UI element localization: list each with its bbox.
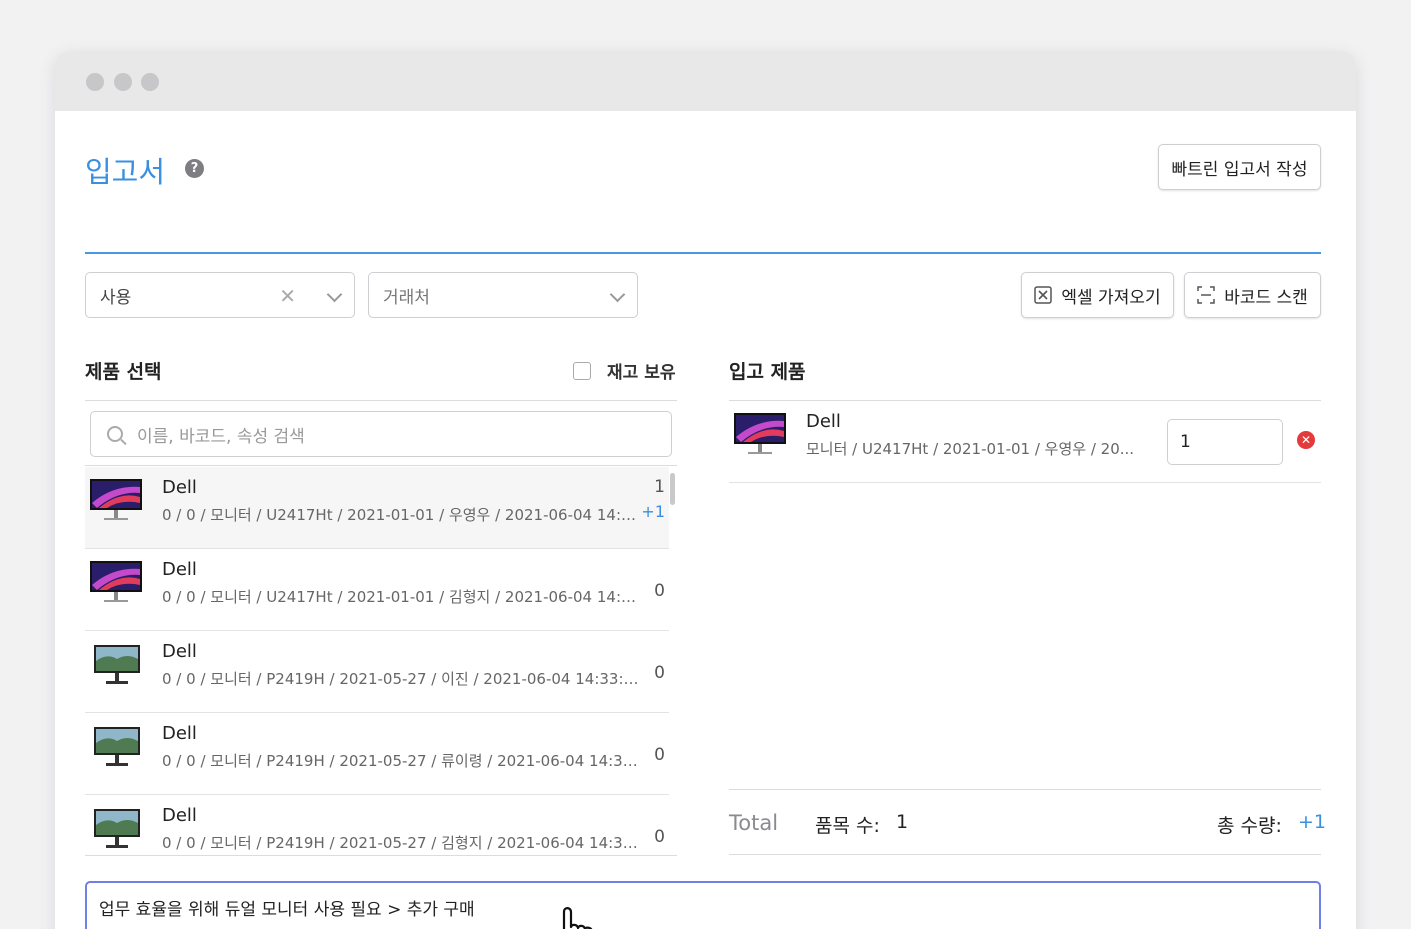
divider [85,400,677,401]
title-bar [55,51,1356,111]
remove-icon[interactable]: ✕ [1297,431,1315,449]
product-name: Dell [162,805,197,826]
chevron-down-icon [609,286,626,303]
window-minimize-button[interactable] [114,73,132,91]
excel-icon [1034,286,1053,304]
monitor-thumbnail [734,413,786,454]
in-stock-checkbox[interactable] [573,361,591,380]
product-list: Dell 0 / 0 / 모니터 / U2417Ht / 2021-01-01 … [85,467,677,857]
product-meta: 0 / 0 / 모니터 / U2417Ht / 2021-01-01 / 우영우… [162,506,642,524]
product-list-item[interactable]: Dell 0 / 0 / 모니터 / P2419H / 2021-05-27 /… [85,631,669,713]
product-list-item[interactable]: Dell 0 / 0 / 모니터 / U2417Ht / 2021-01-01 … [85,467,669,549]
product-stock: 0 [654,581,665,601]
page-title: 입고서 [85,155,166,189]
product-list-item[interactable]: Dell 0 / 0 / 모니터 / P2419H / 2021-05-27 /… [85,795,669,857]
category-select[interactable]: 사용 ✕ [85,272,355,318]
product-select-title: 제품 선택 [85,361,162,383]
incoming-title: 입고 제품 [729,361,806,383]
product-name: Dell [162,559,197,580]
total-label: Total [729,811,779,835]
item-count-value: 1 [896,811,909,833]
total-qty-value: +1 [1298,811,1327,833]
product-list-item[interactable]: Dell 0 / 0 / 모니터 / P2419H / 2021-05-27 /… [85,713,669,795]
product-meta: 0 / 0 / 모니터 / P2419H / 2021-05-27 / 류이령 … [162,752,642,770]
category-select-value: 사용 [100,287,132,308]
product-stock: 0 [654,745,665,765]
search-icon [107,426,123,442]
monitor-thumbnail [90,561,142,602]
in-stock-filter[interactable]: 재고 보유 [573,358,675,383]
total-bar: Total 품목 수: 1 총 수량: +1 [729,789,1326,855]
total-qty-label: 총 수량: [1217,815,1282,837]
product-stock: 0 [654,827,665,847]
product-name: Dell [162,723,197,744]
incoming-list-item: Dell 모니터 / U2417Ht / 2021-01-01 / 우영우 / … [729,401,1321,483]
app-window: 입고서 ? 빠트린 입고서 작성 사용 ✕ 거래처 엑셀 가져오기 바코드 스캔 [55,51,1356,929]
excel-import-button[interactable]: 엑셀 가져오기 [1021,272,1174,318]
divider [85,855,677,856]
monitor-thumbnail [94,645,140,684]
help-icon[interactable]: ? [185,159,204,178]
memo-textarea[interactable]: 업무 효율을 위해 듀얼 모니터 사용 필요 > 추가 구매 [85,881,1321,929]
incoming-product-meta: 모니터 / U2417Ht / 2021-01-01 / 우영우 / 20... [806,440,1135,458]
monitor-thumbnail [90,479,142,520]
monitor-thumbnail [94,727,140,766]
vendor-select[interactable]: 거래처 [368,272,638,318]
product-name: Dell [162,641,197,662]
search-placeholder: 이름, 바코드, 속성 검색 [137,426,305,447]
product-search-input[interactable]: 이름, 바코드, 속성 검색 [90,411,672,457]
vendor-select-placeholder: 거래처 [383,287,430,308]
barcode-scan-button[interactable]: 바코드 스캔 [1184,272,1321,318]
product-stock: 1 [654,477,665,497]
monitor-thumbnail [94,809,140,848]
quick-receipt-button[interactable]: 빠트린 입고서 작성 [1158,144,1321,190]
list-scrollbar[interactable] [670,473,675,505]
product-meta: 0 / 0 / 모니터 / U2417Ht / 2021-01-01 / 김형지… [162,588,642,606]
product-meta: 0 / 0 / 모니터 / P2419H / 2021-05-27 / 김형지 … [162,834,642,852]
item-count-label: 품목 수: [815,815,880,837]
window-zoom-button[interactable] [141,73,159,91]
clear-icon[interactable]: ✕ [279,284,296,308]
divider [85,465,677,466]
scan-icon [1197,286,1215,304]
barcode-scan-label: 바코드 스캔 [1224,287,1308,308]
product-list-item[interactable]: Dell 0 / 0 / 모니터 / U2417Ht / 2021-01-01 … [85,549,669,631]
product-name: Dell [162,477,197,498]
in-stock-label: 재고 보유 [607,363,676,383]
chevron-down-icon [326,286,343,303]
quantity-input[interactable]: 1 [1167,419,1283,465]
hand-cursor-icon [562,907,593,929]
added-qty-badge: +1 [641,502,665,521]
product-meta: 0 / 0 / 모니터 / P2419H / 2021-05-27 / 이진 /… [162,670,642,688]
incoming-product-name: Dell [806,411,841,432]
title-divider [85,252,1321,254]
excel-import-label: 엑셀 가져오기 [1061,287,1161,308]
window-close-button[interactable] [86,73,104,91]
product-stock: 0 [654,663,665,683]
